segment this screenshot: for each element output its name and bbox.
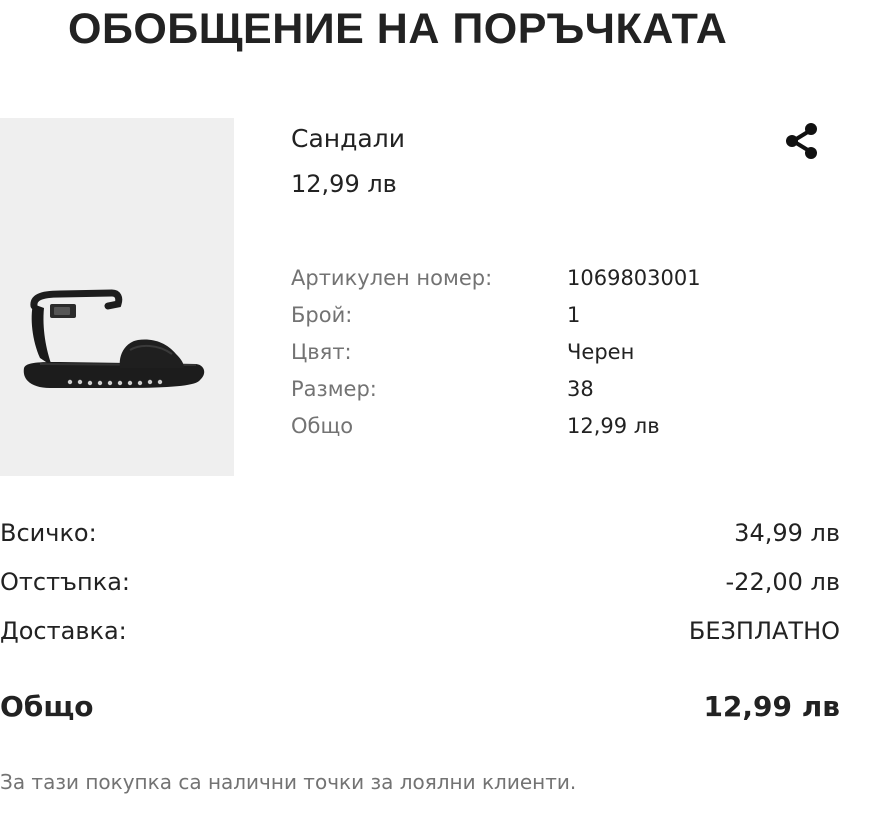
product-image[interactable]: [0, 118, 234, 476]
summary-value: 34,99 лв: [734, 519, 840, 547]
summary-row-subtotal: Всичко: 34,99 лв: [0, 519, 840, 568]
detail-value: 38: [567, 377, 594, 401]
detail-label: Общо: [291, 414, 354, 438]
product-price: 12,99 лв: [291, 170, 397, 198]
summary-row-discount: Отстъпка: -22,00 лв: [0, 568, 840, 617]
loyalty-note: За тази покупка са налични точки за лоял…: [0, 770, 577, 794]
detail-value: 12,99 лв: [567, 414, 660, 438]
summary-value: БЕЗПЛАТНО: [688, 617, 840, 645]
detail-value: 1: [567, 303, 581, 327]
product-name[interactable]: Сандали: [291, 124, 405, 153]
summary-row-delivery: Доставка: БЕЗПЛАТНО: [0, 617, 840, 666]
summary-label: Всичко:: [0, 519, 97, 547]
detail-label: Брой:: [291, 303, 353, 327]
sandal-image: [23, 289, 205, 388]
page-title: ОБОБЩЕНИЕ НА ПОРЪЧКАТА: [68, 5, 728, 53]
detail-label: Цвят:: [291, 340, 352, 364]
total-label: Общо: [0, 690, 94, 723]
share-icon: [786, 123, 817, 159]
detail-label: Артикулен номер:: [291, 266, 493, 290]
order-total: Общо 12,99 лв: [0, 690, 840, 734]
total-value: 12,99 лв: [703, 690, 840, 723]
share-button[interactable]: [781, 120, 823, 162]
summary-label: Доставка:: [0, 617, 127, 645]
detail-label: Размер:: [291, 377, 377, 401]
detail-value: 1069803001: [567, 266, 701, 290]
summary-value: -22,00 лв: [725, 568, 840, 596]
order-summary: Всичко: 34,99 лв Отстъпка: -22,00 лв Дос…: [0, 519, 840, 666]
detail-value: Черен: [567, 340, 635, 364]
summary-label: Отстъпка:: [0, 568, 130, 596]
